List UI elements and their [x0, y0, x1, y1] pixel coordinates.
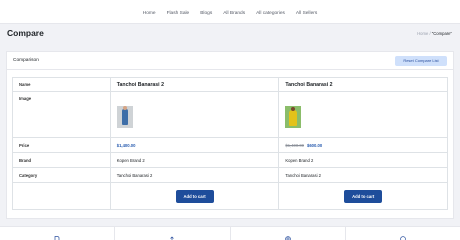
- nav-link-all-sellers[interactable]: All Sellers: [296, 11, 317, 16]
- product-2-cart-cell: Add to cart: [278, 182, 448, 210]
- comparison-card: Comparison Reset Compare List Name Tanch…: [6, 51, 454, 219]
- product-2-image-cell: [278, 91, 448, 138]
- footer-band: [0, 226, 460, 240]
- table-row-category: Category Tanchoi Banarasi 2 Tanchoi Bana…: [12, 167, 448, 183]
- comparison-table: Name Tanchoi Banarasi 2 Tanchoi Banarasi…: [12, 77, 448, 210]
- product-1-price-cell: $1,400.00: [109, 137, 280, 153]
- product-1-image[interactable]: [116, 106, 133, 128]
- product-2-name[interactable]: Tanchoi Banarasi 2: [285, 82, 332, 88]
- row-label-cart: [12, 182, 111, 210]
- row-label-image: Image: [12, 91, 111, 138]
- footer-cell-3[interactable]: [231, 227, 346, 240]
- help-icon: [400, 236, 406, 240]
- product-2-figure: [289, 107, 298, 126]
- row-label-brand: Brand: [12, 152, 111, 168]
- product-2-price: $600.00: [307, 142, 323, 148]
- page-title: Compare: [7, 28, 44, 38]
- product-2-price-cell: $1,400.00 $600.00: [278, 137, 448, 153]
- page-header: [0, 24, 460, 46]
- product-1-figure: [121, 106, 128, 125]
- footer-cell-2[interactable]: [115, 227, 231, 240]
- nav-links: Home Flash Sale Blogs All Brands All cat…: [0, 11, 460, 16]
- nav-link-flash-sale[interactable]: Flash Sale: [167, 11, 190, 16]
- row-label-name: Name: [12, 77, 111, 92]
- product-1-name-cell: Tanchoi Banarasi 2: [109, 77, 280, 92]
- globe-icon: [284, 236, 291, 240]
- product-1-brand: Kopen Brand 2: [109, 152, 280, 168]
- product-2-name-cell: Tanchoi Banarasi 2: [278, 77, 448, 92]
- row-label-price: Price: [12, 137, 111, 153]
- upload-icon: [170, 236, 175, 240]
- product-2-old-price: $1,400.00: [285, 142, 305, 148]
- product-2-brand: Kopen Brand 2: [278, 152, 448, 168]
- reset-compare-list-button[interactable]: Reset Compare List: [395, 56, 447, 66]
- product-1-add-to-cart-button[interactable]: Add to cart: [175, 189, 214, 203]
- breadcrumb-separator: /: [429, 31, 431, 36]
- product-1-name[interactable]: Tanchoi Banarasi 2: [117, 82, 164, 88]
- table-row-brand: Brand Kopen Brand 2 Kopen Brand 2: [12, 152, 448, 168]
- table-row-price: Price $1,400.00 $1,400.00 $600.00: [12, 137, 448, 153]
- table-row-name: Name Tanchoi Banarasi 2 Tanchoi Banarasi…: [12, 77, 448, 92]
- product-2-image[interactable]: [285, 106, 302, 128]
- product-1-cart-cell: Add to cart: [109, 182, 280, 210]
- product-1-category: Tanchoi Banarasi 2: [109, 167, 280, 183]
- breadcrumb-home[interactable]: Home: [417, 31, 428, 36]
- product-1-price: $1,400.00: [116, 142, 136, 148]
- comparison-title: Comparison: [13, 58, 39, 63]
- breadcrumb: Home / "Compare": [417, 31, 452, 36]
- footer-cell-4[interactable]: [346, 227, 460, 240]
- product-1-image-cell: [109, 91, 280, 138]
- top-nav: Home Flash Sale Blogs All Brands All cat…: [0, 0, 460, 24]
- document-icon: [54, 236, 60, 240]
- nav-link-blogs[interactable]: Blogs: [200, 11, 212, 16]
- breadcrumb-current[interactable]: "Compare": [432, 31, 452, 36]
- row-label-category: Category: [12, 167, 111, 183]
- nav-link-all-brands[interactable]: All Brands: [223, 11, 245, 16]
- product-2-category: Tanchoi Banarasi 2: [278, 167, 448, 183]
- footer-cell-1[interactable]: [0, 227, 116, 240]
- table-row-cart: Add to cart Add to cart: [12, 182, 448, 210]
- product-2-add-to-cart-button[interactable]: Add to cart: [344, 189, 383, 203]
- table-row-image: Image: [12, 91, 448, 138]
- comparison-card-header: Comparison Reset Compare List: [7, 52, 453, 70]
- nav-link-home[interactable]: Home: [143, 11, 156, 16]
- nav-link-all-categories[interactable]: All categories: [256, 11, 285, 16]
